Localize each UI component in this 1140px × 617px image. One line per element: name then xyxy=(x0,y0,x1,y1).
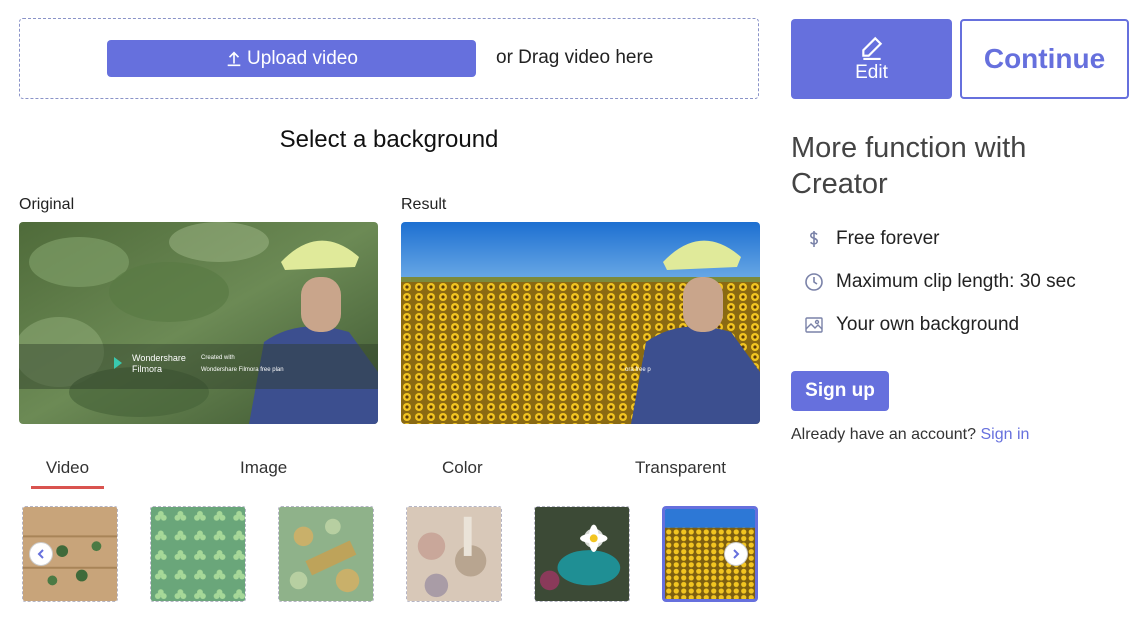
original-preview: Wondershare Filmora Created with Wonders… xyxy=(19,222,378,424)
more-function-title: More function with Creator xyxy=(791,132,1027,200)
upload-video-button[interactable]: Upload video xyxy=(107,40,476,77)
thumbnail-clover-pattern[interactable] xyxy=(150,506,246,602)
account-prompt: Already have an account? Sign in xyxy=(791,426,1029,444)
feature-label: Free forever xyxy=(836,228,940,249)
feature-clip-length: Maximum clip length: 30 sec xyxy=(801,271,1076,293)
drag-hint: or Drag video here xyxy=(496,47,654,68)
upload-arrow-icon xyxy=(227,51,241,66)
tab-video[interactable]: Video xyxy=(31,458,104,489)
thumbnail-white-flower[interactable] xyxy=(534,506,630,602)
original-label: Original xyxy=(19,196,75,213)
result-preview: ora free p xyxy=(401,222,760,424)
feature-label: Your own background xyxy=(836,314,1020,335)
upload-dropzone[interactable]: Upload video or Drag video here xyxy=(19,18,759,99)
sign-in-link[interactable]: Sign in xyxy=(980,426,1029,443)
chevron-left-icon xyxy=(37,549,44,559)
watermark-created-line2: Wondershare Filmora free plan xyxy=(201,367,284,373)
tab-transparent[interactable]: Transparent xyxy=(635,458,726,486)
image-icon xyxy=(801,314,827,336)
previous-arrow-button[interactable] xyxy=(29,542,53,566)
dollar-icon xyxy=(801,228,827,250)
result-watermark: ora free p xyxy=(625,367,651,373)
feature-label: Maximum clip length: 30 sec xyxy=(836,271,1076,292)
continue-button[interactable]: Continue xyxy=(960,19,1129,99)
watermark-created-line1: Created with xyxy=(201,355,235,361)
edit-label: Edit xyxy=(855,62,888,83)
tab-color[interactable]: Color xyxy=(442,458,483,486)
watermark-brand-line2: Filmora xyxy=(132,364,162,374)
pencil-icon xyxy=(861,36,882,60)
clock-icon xyxy=(801,271,827,293)
edit-button[interactable]: Edit xyxy=(791,19,952,99)
thumbnail-flowers-light[interactable] xyxy=(406,506,502,602)
next-arrow-button[interactable] xyxy=(724,542,748,566)
sign-up-button[interactable]: Sign up xyxy=(791,371,889,411)
tab-image[interactable]: Image xyxy=(240,458,287,486)
chevron-right-icon xyxy=(733,549,740,559)
account-prompt-text: Already have an account? xyxy=(791,426,977,443)
result-label: Result xyxy=(401,196,447,213)
feature-free-forever: Free forever xyxy=(801,228,939,250)
watermark-brand-line1: Wondershare xyxy=(132,353,186,363)
feature-own-background: Your own background xyxy=(801,314,1019,336)
upload-button-label: Upload video xyxy=(247,47,358,69)
select-background-title: Select a background xyxy=(279,126,499,153)
thumbnail-coins-lucky[interactable] xyxy=(278,506,374,602)
